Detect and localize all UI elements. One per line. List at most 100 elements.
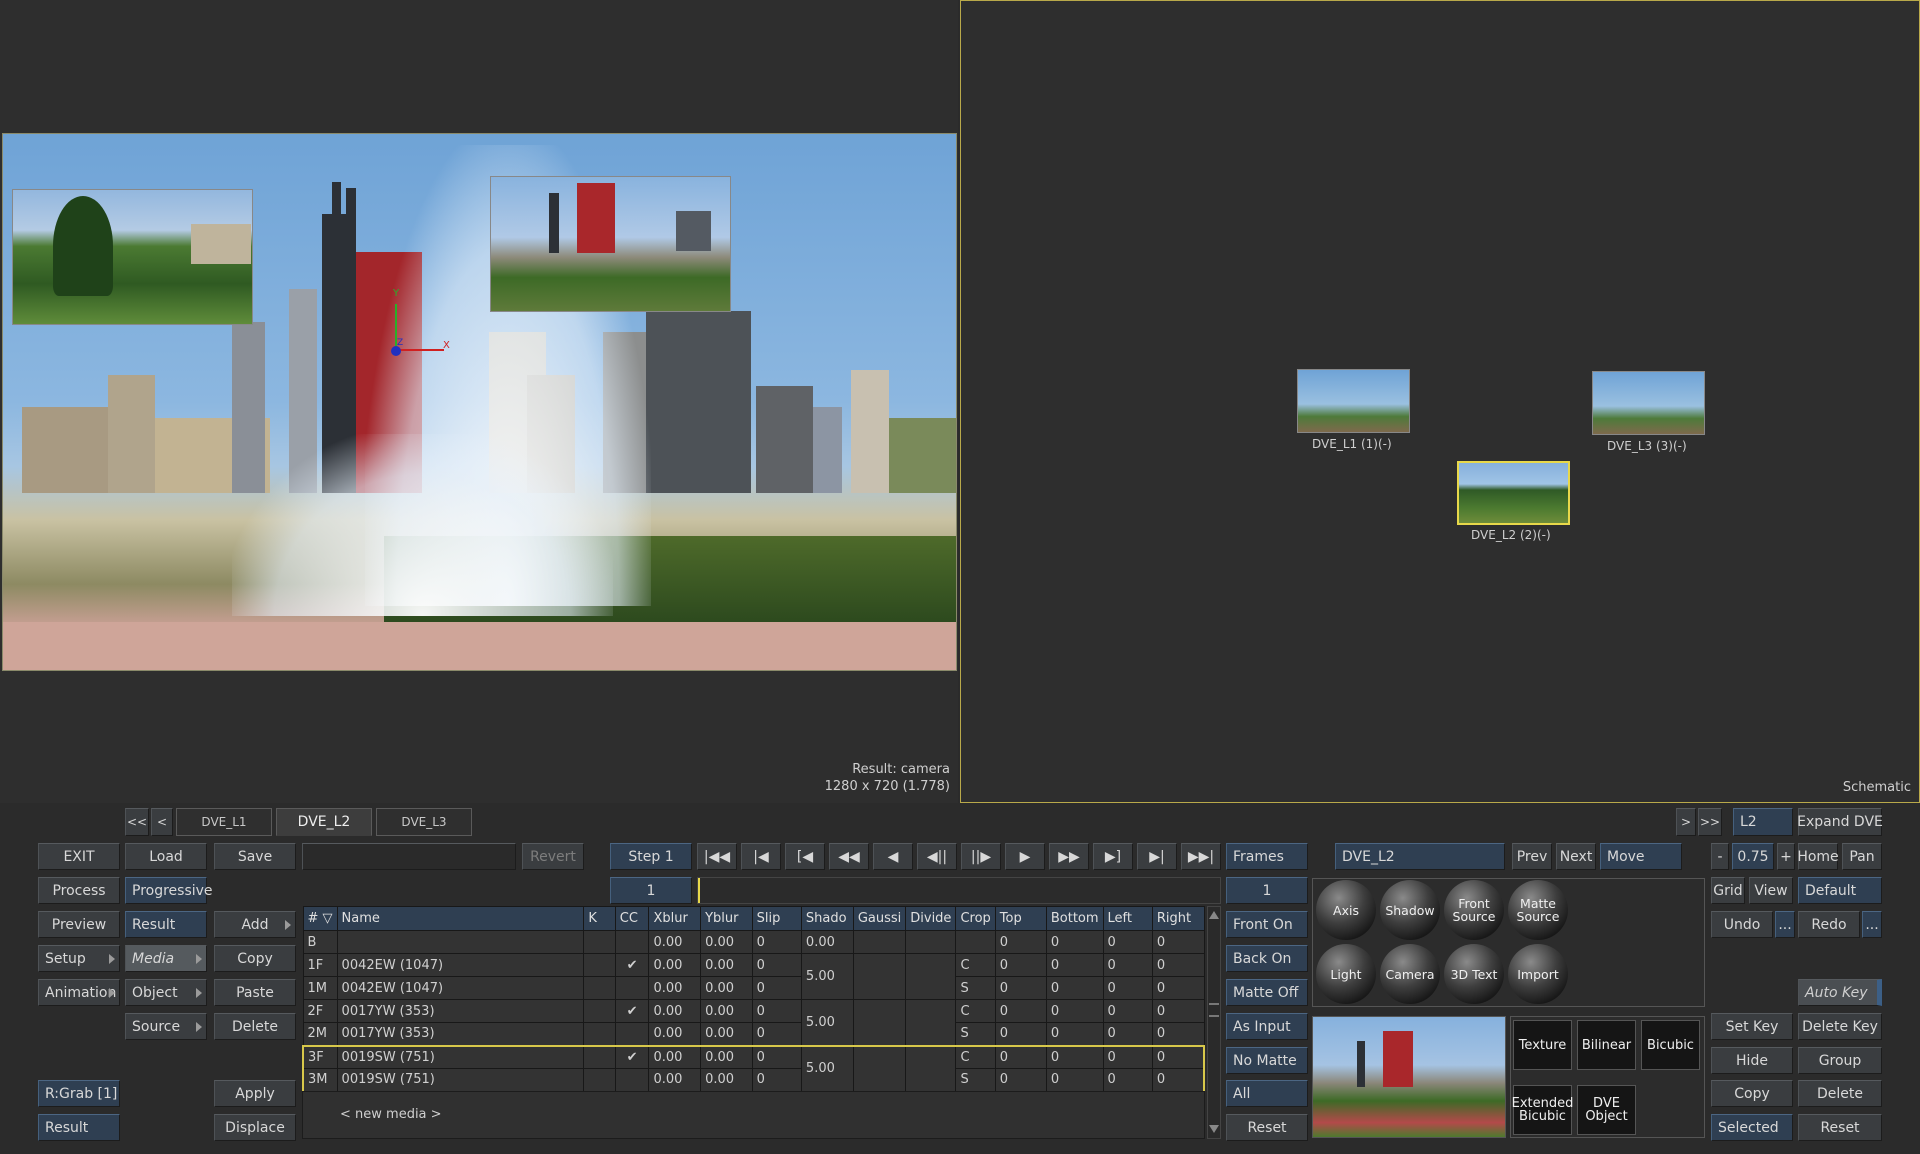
cell-top[interactable]: 0 <box>994 1022 1047 1046</box>
pan-button[interactable]: Pan <box>1842 843 1882 870</box>
cell-crop[interactable]: C <box>955 1044 996 1069</box>
shadow-sphere-button[interactable]: Shadow <box>1380 880 1440 940</box>
col-header[interactable]: Bottom <box>1045 906 1104 931</box>
exit-button[interactable]: EXIT <box>38 843 120 870</box>
progressive-button[interactable]: Progressive <box>125 877 213 904</box>
play-reverse-button[interactable]: ◀ <box>873 843 913 870</box>
scroll-grip-icon[interactable] <box>1209 1003 1219 1017</box>
cell-yblur[interactable]: 0.00 <box>700 1044 753 1069</box>
cell-name[interactable] <box>336 930 585 954</box>
cell-slip[interactable]: 0 <box>751 1068 802 1093</box>
rewind-button[interactable]: ◀◀ <box>829 843 869 870</box>
inset-image-right[interactable] <box>490 176 731 312</box>
cell-bottom[interactable]: 0 <box>1045 930 1104 954</box>
cell-name[interactable]: 0019SW (751) <box>336 1044 585 1069</box>
cell-divide[interactable] <box>905 1044 957 1093</box>
group-button[interactable]: Group <box>1798 1047 1882 1074</box>
cell-crop[interactable]: S <box>955 1022 996 1046</box>
cell-crop[interactable]: C <box>955 953 996 977</box>
frame-field[interactable]: 1 <box>610 877 692 904</box>
displace-button[interactable]: Displace <box>214 1114 296 1141</box>
prev-object-button[interactable]: Prev <box>1512 843 1552 870</box>
cell-right[interactable]: 0 <box>1151 953 1205 977</box>
extended-bicubic-button[interactable]: Extended Bicubic <box>1512 1085 1573 1135</box>
reset-node-button[interactable]: Reset <box>1798 1114 1882 1141</box>
cell-top[interactable]: 0 <box>994 930 1047 954</box>
cell-cc[interactable] <box>614 1022 650 1046</box>
schematic-node-dve-l1[interactable] <box>1297 369 1410 433</box>
auto-key-toggle[interactable]: Auto Key <box>1798 979 1882 1006</box>
go-end-button[interactable]: ▶▶| <box>1181 843 1221 870</box>
setup-name-field[interactable] <box>302 843 516 870</box>
cell-divide[interactable] <box>905 930 957 954</box>
cell-left[interactable]: 0 <box>1102 1068 1153 1093</box>
schematic-view[interactable]: DVE_L1 (1)(-) DVE_L3 (3)(-) DVE_L2 (2)(-… <box>960 0 1920 803</box>
cell-left[interactable]: 0 <box>1102 930 1153 954</box>
media-button[interactable]: Media <box>125 945 207 972</box>
grid-button[interactable]: Grid <box>1711 877 1745 904</box>
cell-left[interactable]: 0 <box>1102 999 1153 1023</box>
3d-text-sphere-button[interactable]: 3D Text <box>1444 944 1504 1004</box>
expand-dve-button[interactable]: Expand DVE <box>1797 808 1883 836</box>
cell-yblur[interactable]: 0.00 <box>700 999 753 1023</box>
cell-gaussi[interactable] <box>852 1044 907 1093</box>
cell-slip[interactable]: 0 <box>751 976 802 1000</box>
cell-top[interactable]: 0 <box>994 976 1047 1000</box>
import-sphere-button[interactable]: Import <box>1508 944 1568 1004</box>
composite-image[interactable]: Y X Z <box>2 133 957 671</box>
cell-crop[interactable] <box>955 930 996 954</box>
add-button[interactable]: Add <box>214 911 296 938</box>
cell-slip[interactable]: 0 <box>751 1022 802 1046</box>
cell-cc[interactable]: ✔ <box>614 999 650 1023</box>
cell-name[interactable]: 0017YW (353) <box>336 999 585 1023</box>
col-header[interactable]: Xblur <box>648 906 702 931</box>
cell-top[interactable]: 0 <box>994 953 1047 977</box>
cell-cc[interactable] <box>614 930 650 954</box>
delete-key-button[interactable]: Delete Key <box>1798 1013 1882 1040</box>
cell-shado[interactable]: 5.00 <box>800 953 854 1000</box>
table-row-selected[interactable]: 3F 0019SW (751) ✔ 0.00 0.00 0 5.00 C 0 0… <box>301 1044 1205 1093</box>
tab-last-button[interactable]: >> <box>1698 808 1722 836</box>
result-button[interactable]: Result <box>125 911 207 938</box>
cell-yblur[interactable]: 0.00 <box>700 953 753 977</box>
delete-button[interactable]: Delete <box>214 1013 296 1040</box>
cell-gaussi[interactable] <box>852 953 907 1000</box>
cell-yblur[interactable]: 0.00 <box>700 930 753 954</box>
timeline-cursor[interactable] <box>698 878 700 903</box>
cell-bottom[interactable]: 0 <box>1045 976 1104 1000</box>
cell-cc[interactable]: ✔ <box>614 953 650 977</box>
light-sphere-button[interactable]: Light <box>1316 944 1376 1004</box>
load-button[interactable]: Load <box>125 843 207 870</box>
cell-name[interactable]: 0017YW (353) <box>336 1022 585 1046</box>
revert-button[interactable]: Revert <box>522 843 584 870</box>
cell-slip[interactable]: 0 <box>751 953 802 977</box>
col-header[interactable]: Yblur <box>700 906 753 931</box>
redo-list-button[interactable]: ... <box>1862 911 1882 938</box>
cell-gaussi[interactable] <box>852 999 907 1046</box>
col-header[interactable]: Slip <box>751 906 802 931</box>
timeline-bar[interactable] <box>697 877 1221 904</box>
cell-shado[interactable]: 5.00 <box>800 1044 854 1093</box>
cell-k[interactable] <box>583 976 616 1000</box>
dve-object-button[interactable]: DVE Object <box>1577 1085 1636 1135</box>
cell-xblur[interactable]: 0.00 <box>648 930 702 954</box>
table-row[interactable]: 1M 0042EW (1047) 0.00 0.00 0 S 0 0 0 0 <box>302 976 1205 1000</box>
axis-gizmo[interactable]: Y X Z <box>391 288 451 356</box>
cell-name[interactable]: 0042EW (1047) <box>336 976 585 1000</box>
paste-button[interactable]: Paste <box>214 979 296 1006</box>
table-scrollbar[interactable] <box>1207 906 1221 1139</box>
cell-slip[interactable]: 0 <box>751 1044 802 1069</box>
cell-bottom[interactable]: 0 <box>1045 1022 1104 1046</box>
view-button[interactable]: View <box>1749 877 1793 904</box>
cell-divide[interactable] <box>905 953 957 1000</box>
cell-divide[interactable] <box>905 999 957 1046</box>
back-on-button[interactable]: Back On <box>1226 945 1308 972</box>
matte-reset-button[interactable]: Reset <box>1226 1114 1308 1141</box>
camera-sphere-button[interactable]: Camera <box>1380 944 1440 1004</box>
media-table[interactable]: # ▽ Name K CC Xblur Yblur Slip Shado Gau… <box>301 906 1205 1093</box>
go-start-button[interactable]: |◀◀ <box>697 843 737 870</box>
step-button[interactable]: Step 1 <box>610 843 692 870</box>
cell-k[interactable] <box>583 953 616 977</box>
cell-right[interactable]: 0 <box>1151 1022 1205 1046</box>
cell-crop[interactable]: S <box>955 1068 996 1093</box>
